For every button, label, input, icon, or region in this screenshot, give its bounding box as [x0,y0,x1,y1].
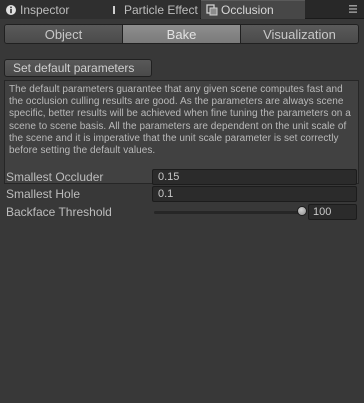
smallest-hole-label: Smallest Hole [6,187,81,201]
mode-segmented-control: Object Bake Visualization [4,24,359,44]
backface-threshold-field[interactable]: 100 [308,204,357,220]
window-tab-bar: Inspector Particle Effect Occlusion [0,0,364,19]
tab-label: Occlusion [221,3,274,17]
segment-object[interactable]: Object [5,25,123,43]
info-icon [5,4,17,16]
backface-threshold-slider-thumb[interactable] [297,206,307,216]
backface-threshold-slider-track[interactable] [154,211,302,214]
smallest-occluder-row: Smallest Occluder 0.15 [0,169,364,187]
tab-label: Particle Effect [124,2,198,17]
segment-bake[interactable]: Bake [123,25,241,43]
occlusion-panel: Object Bake Visualization Set default pa… [0,19,364,403]
set-default-parameters-button[interactable]: Set default parameters [4,59,152,77]
backface-threshold-label: Backface Threshold [6,205,112,219]
smallest-occluder-field[interactable]: 0.15 [152,169,357,185]
tab-particle-effect[interactable]: Particle Effect [104,0,200,19]
smallest-hole-field[interactable]: 0.1 [152,186,357,202]
segment-visualization[interactable]: Visualization [241,25,358,43]
occlusion-icon [206,4,218,16]
backface-threshold-row: Backface Threshold 100 [0,204,364,222]
tab-inspector[interactable]: Inspector [0,0,104,19]
tab-label: Inspector [20,2,70,17]
smallest-hole-row: Smallest Hole 0.1 [0,186,364,204]
particle-icon [109,4,121,16]
tab-menu-icon[interactable] [348,4,358,14]
tab-occlusion[interactable]: Occlusion [201,0,305,19]
smallest-occluder-label: Smallest Occluder [6,170,104,184]
